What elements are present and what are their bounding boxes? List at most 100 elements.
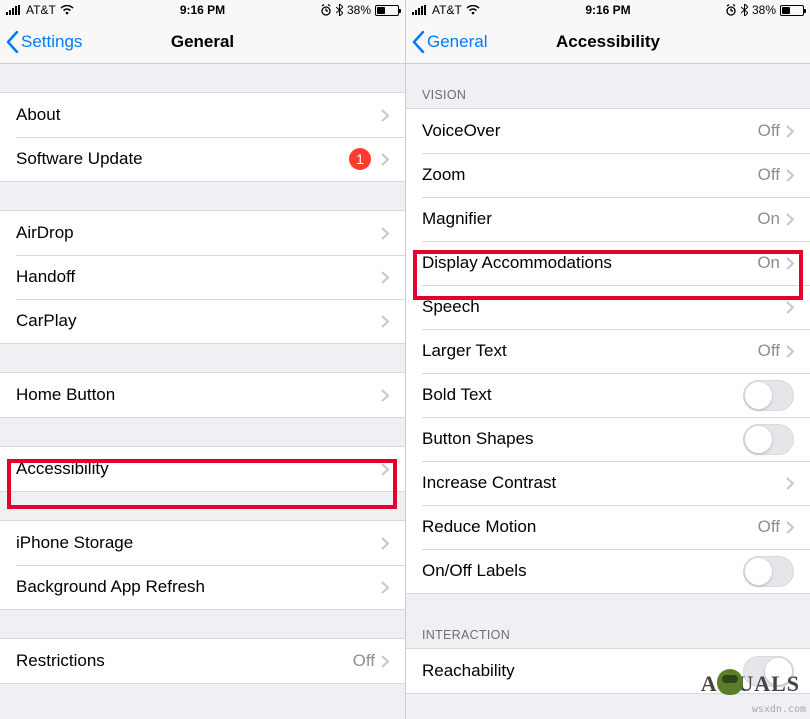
chevron-right-icon bbox=[381, 581, 389, 594]
chevron-right-icon bbox=[786, 477, 794, 490]
settings-row[interactable]: About bbox=[0, 93, 405, 137]
row-label: Reduce Motion bbox=[422, 517, 758, 537]
row-label: CarPlay bbox=[16, 311, 381, 331]
row-label: iPhone Storage bbox=[16, 533, 381, 553]
row-label: Increase Contrast bbox=[422, 473, 786, 493]
toggle-switch[interactable] bbox=[743, 424, 794, 455]
row-label: Bold Text bbox=[422, 385, 743, 405]
settings-row[interactable]: AirDrop bbox=[0, 211, 405, 255]
settings-row[interactable]: On/Off Labels bbox=[406, 549, 810, 593]
nav-bar: General Accessibility bbox=[406, 20, 810, 64]
row-value: Off bbox=[758, 517, 780, 537]
chevron-right-icon bbox=[381, 655, 389, 668]
row-label: Display Accommodations bbox=[422, 253, 757, 273]
row-label: Accessibility bbox=[16, 459, 381, 479]
row-label: On/Off Labels bbox=[422, 561, 743, 581]
settings-row[interactable]: MagnifierOn bbox=[406, 197, 810, 241]
back-label: Settings bbox=[21, 32, 82, 52]
row-label: Button Shapes bbox=[422, 429, 743, 449]
nav-bar: Settings General bbox=[0, 20, 405, 64]
chevron-right-icon bbox=[381, 227, 389, 240]
back-button[interactable]: Settings bbox=[0, 31, 82, 53]
row-value: On bbox=[757, 253, 780, 273]
phone-accessibility: AT&T 9:16 PM 38% General Accessibility V… bbox=[405, 0, 810, 719]
settings-row[interactable]: iPhone Storage bbox=[0, 521, 405, 565]
chevron-right-icon bbox=[786, 257, 794, 270]
chevron-left-icon bbox=[412, 31, 425, 53]
settings-row[interactable]: Button Shapes bbox=[406, 417, 810, 461]
settings-row[interactable]: Accessibility bbox=[0, 447, 405, 491]
chevron-right-icon bbox=[786, 521, 794, 534]
settings-row[interactable]: Handoff bbox=[0, 255, 405, 299]
bluetooth-icon bbox=[336, 4, 343, 16]
bluetooth-icon bbox=[741, 4, 748, 16]
battery-pct: 38% bbox=[752, 3, 776, 17]
settings-row[interactable]: Increase Contrast bbox=[406, 461, 810, 505]
battery-pct: 38% bbox=[347, 3, 371, 17]
row-label: Larger Text bbox=[422, 341, 758, 361]
row-label: About bbox=[16, 105, 381, 125]
back-label: General bbox=[427, 32, 487, 52]
clock: 9:16 PM bbox=[585, 3, 630, 17]
row-value: Off bbox=[758, 341, 780, 361]
settings-row[interactable]: Larger TextOff bbox=[406, 329, 810, 373]
row-label: Software Update bbox=[16, 149, 349, 169]
settings-list[interactable]: About Software Update1 AirDrop Handoff CarPl… bbox=[0, 64, 405, 719]
settings-row[interactable]: Reduce MotionOff bbox=[406, 505, 810, 549]
chevron-right-icon bbox=[381, 315, 389, 328]
toggle-switch[interactable] bbox=[743, 380, 794, 411]
settings-row[interactable]: Background App Refresh bbox=[0, 565, 405, 609]
battery-icon bbox=[780, 5, 804, 16]
settings-row[interactable]: VoiceOverOff bbox=[406, 109, 810, 153]
signal-icon bbox=[6, 5, 22, 15]
settings-row[interactable]: Software Update1 bbox=[0, 137, 405, 181]
chevron-right-icon bbox=[381, 153, 389, 166]
settings-row[interactable]: RestrictionsOff bbox=[0, 639, 405, 683]
chevron-right-icon bbox=[786, 301, 794, 314]
row-label: Magnifier bbox=[422, 209, 757, 229]
wifi-icon bbox=[60, 5, 74, 15]
toggle-switch[interactable] bbox=[743, 556, 794, 587]
notification-badge: 1 bbox=[349, 148, 371, 170]
status-bar: AT&T 9:16 PM 38% bbox=[0, 0, 405, 20]
wifi-icon bbox=[466, 5, 480, 15]
row-value: On bbox=[757, 209, 780, 229]
signal-icon bbox=[412, 5, 428, 15]
carrier-label: AT&T bbox=[26, 3, 56, 17]
alarm-icon bbox=[320, 4, 332, 16]
appuals-watermark: A PUALS bbox=[701, 671, 800, 697]
group-header: INTERACTION bbox=[406, 622, 810, 648]
phone-general: AT&T 9:16 PM 38% Settings General About S… bbox=[0, 0, 405, 719]
settings-row[interactable]: Home Button bbox=[0, 373, 405, 417]
row-value: Off bbox=[758, 165, 780, 185]
settings-row[interactable]: Speech bbox=[406, 285, 810, 329]
row-label: VoiceOver bbox=[422, 121, 758, 141]
logo-icon bbox=[717, 669, 743, 695]
chevron-right-icon bbox=[381, 389, 389, 402]
status-bar: AT&T 9:16 PM 38% bbox=[406, 0, 810, 20]
battery-icon bbox=[375, 5, 399, 16]
group-header: VISION bbox=[406, 82, 810, 108]
chevron-right-icon bbox=[786, 169, 794, 182]
settings-row[interactable]: Display AccommodationsOn bbox=[406, 241, 810, 285]
carrier-label: AT&T bbox=[432, 3, 462, 17]
settings-row[interactable]: Bold Text bbox=[406, 373, 810, 417]
settings-list[interactable]: VISIONVoiceOverOffZoomOffMagnifierOnDisp… bbox=[406, 64, 810, 719]
chevron-right-icon bbox=[786, 125, 794, 138]
row-label: Reachability bbox=[422, 661, 743, 681]
clock: 9:16 PM bbox=[180, 3, 225, 17]
chevron-left-icon bbox=[6, 31, 19, 53]
settings-row[interactable]: CarPlay bbox=[0, 299, 405, 343]
chevron-right-icon bbox=[786, 345, 794, 358]
settings-row[interactable]: ZoomOff bbox=[406, 153, 810, 197]
row-label: AirDrop bbox=[16, 223, 381, 243]
chevron-right-icon bbox=[381, 463, 389, 476]
row-label: Background App Refresh bbox=[16, 577, 381, 597]
alarm-icon bbox=[725, 4, 737, 16]
row-label: Zoom bbox=[422, 165, 758, 185]
back-button[interactable]: General bbox=[406, 31, 487, 53]
row-label: Home Button bbox=[16, 385, 381, 405]
chevron-right-icon bbox=[381, 271, 389, 284]
row-value: Off bbox=[353, 651, 375, 671]
row-label: Handoff bbox=[16, 267, 381, 287]
